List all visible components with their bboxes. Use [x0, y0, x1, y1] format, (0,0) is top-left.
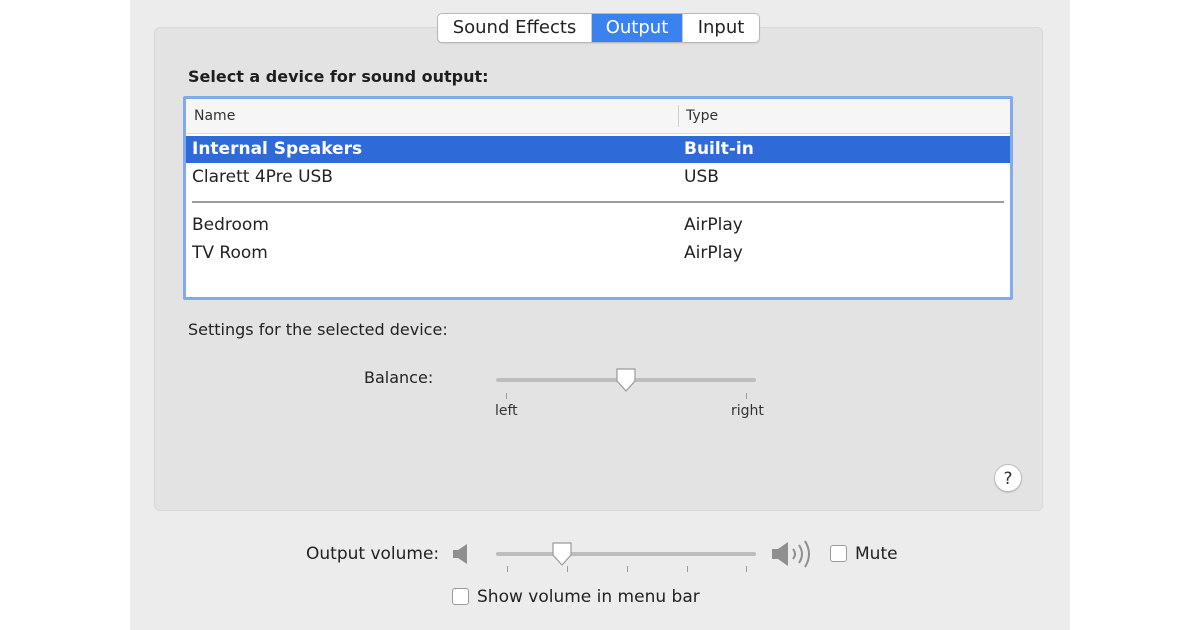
- volume-tick: [687, 566, 688, 572]
- show-volume-in-menu-bar-label[interactable]: Show volume in menu bar: [477, 587, 700, 607]
- tab-sound-effects[interactable]: Sound Effects: [438, 14, 592, 42]
- mute-checkbox[interactable]: [830, 545, 847, 562]
- volume-tick: [627, 566, 628, 572]
- output-device-heading: Select a device for sound output:: [188, 67, 489, 86]
- table-header: Name Type: [186, 99, 1010, 134]
- mute-label[interactable]: Mute: [855, 544, 898, 564]
- balance-label: Balance:: [364, 368, 434, 387]
- tab-input[interactable]: Input: [683, 14, 759, 42]
- device-settings-label: Settings for the selected device:: [188, 320, 448, 339]
- volume-tick: [746, 566, 747, 572]
- balance-right-label: right: [731, 403, 764, 419]
- column-divider: [678, 105, 679, 127]
- column-header-name[interactable]: Name: [194, 99, 235, 133]
- device-name: Clarett 4Pre USB: [192, 167, 333, 187]
- device-name: Internal Speakers: [192, 139, 363, 159]
- balance-tick-left: [506, 393, 507, 399]
- device-type: AirPlay: [684, 215, 743, 235]
- show-volume-in-menu-bar-checkbox[interactable]: [452, 588, 469, 605]
- device-name: Bedroom: [192, 215, 269, 235]
- speaker-low-icon: [453, 544, 467, 564]
- output-volume-label: Output volume:: [306, 544, 440, 564]
- column-header-type[interactable]: Type: [686, 99, 718, 133]
- tab-bar: Sound Effects Output Input: [437, 13, 760, 43]
- volume-tick: [567, 566, 568, 572]
- output-volume-slider-track[interactable]: [496, 552, 756, 556]
- balance-left-label: left: [495, 403, 518, 419]
- device-type: AirPlay: [684, 243, 743, 263]
- table-row[interactable]: Clarett 4Pre USB USB: [186, 164, 1010, 191]
- device-type: USB: [684, 167, 719, 187]
- tab-output[interactable]: Output: [592, 14, 683, 42]
- output-device-table[interactable]: Name Type Internal Speakers Built-in Cla…: [183, 96, 1013, 300]
- help-button[interactable]: ?: [994, 464, 1022, 492]
- device-group-separator: [192, 201, 1004, 203]
- balance-tick-right: [746, 393, 747, 399]
- table-row[interactable]: TV Room AirPlay: [186, 240, 1010, 267]
- balance-slider-knob[interactable]: [615, 367, 637, 393]
- table-row[interactable]: Bedroom AirPlay: [186, 212, 1010, 239]
- volume-tick: [507, 566, 508, 572]
- speaker-high-icon: [772, 540, 810, 568]
- output-volume-slider-knob[interactable]: [551, 541, 573, 567]
- device-type: Built-in: [684, 139, 754, 159]
- table-row[interactable]: Internal Speakers Built-in: [186, 136, 1010, 163]
- device-name: TV Room: [192, 243, 268, 263]
